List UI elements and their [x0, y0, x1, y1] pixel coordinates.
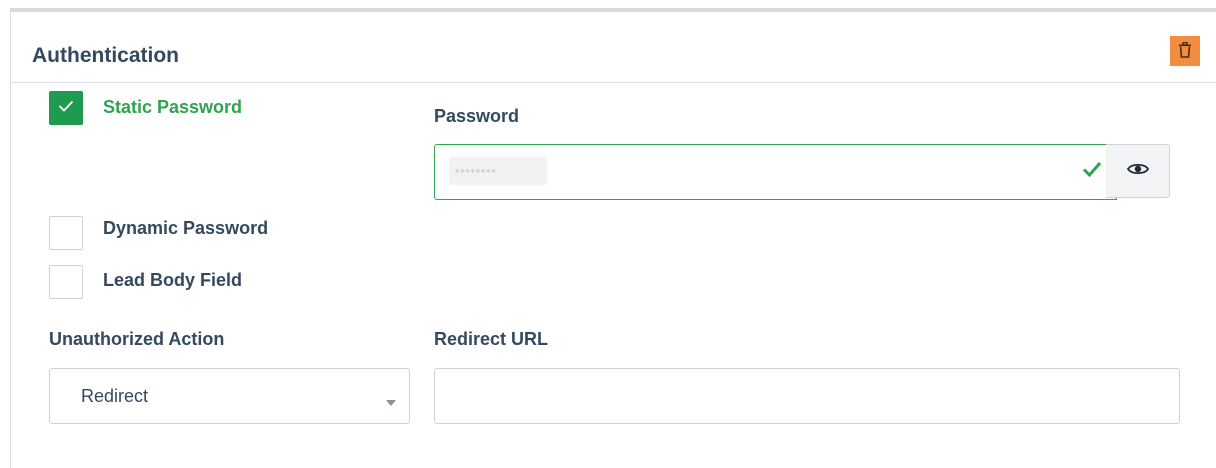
lead-body-field-label: Lead Body Field — [103, 270, 243, 290]
check-icon — [58, 99, 74, 117]
password-label: Password — [434, 106, 520, 126]
password-input[interactable]: •••••••• — [434, 144, 1117, 200]
lead-body-field-checkbox[interactable] — [49, 265, 83, 299]
password-masked-value: •••••••• — [449, 157, 547, 185]
redirect-url-label: Redirect URL — [434, 329, 549, 349]
panel-title: Authentication — [32, 44, 179, 67]
unauthorized-action-label: Unauthorized Action — [49, 329, 225, 349]
panel-header: Authentication — [11, 12, 1216, 83]
unauthorized-action-select[interactable]: Redirect — [49, 368, 410, 424]
redirect-url-input[interactable] — [434, 368, 1180, 424]
dynamic-password-checkbox[interactable] — [49, 216, 83, 250]
static-password-checkbox[interactable] — [49, 91, 83, 125]
toggle-password-visibility-button[interactable] — [1106, 144, 1170, 198]
delete-button[interactable] — [1170, 36, 1200, 66]
unauthorized-action-value: Redirect — [81, 386, 149, 406]
caret-down-icon — [386, 393, 396, 411]
trash-icon — [1178, 41, 1192, 61]
static-password-label: Static Password — [103, 97, 243, 117]
checkmark-icon — [1082, 161, 1102, 182]
dynamic-password-label: Dynamic Password — [103, 218, 269, 238]
eye-icon — [1126, 162, 1149, 181]
